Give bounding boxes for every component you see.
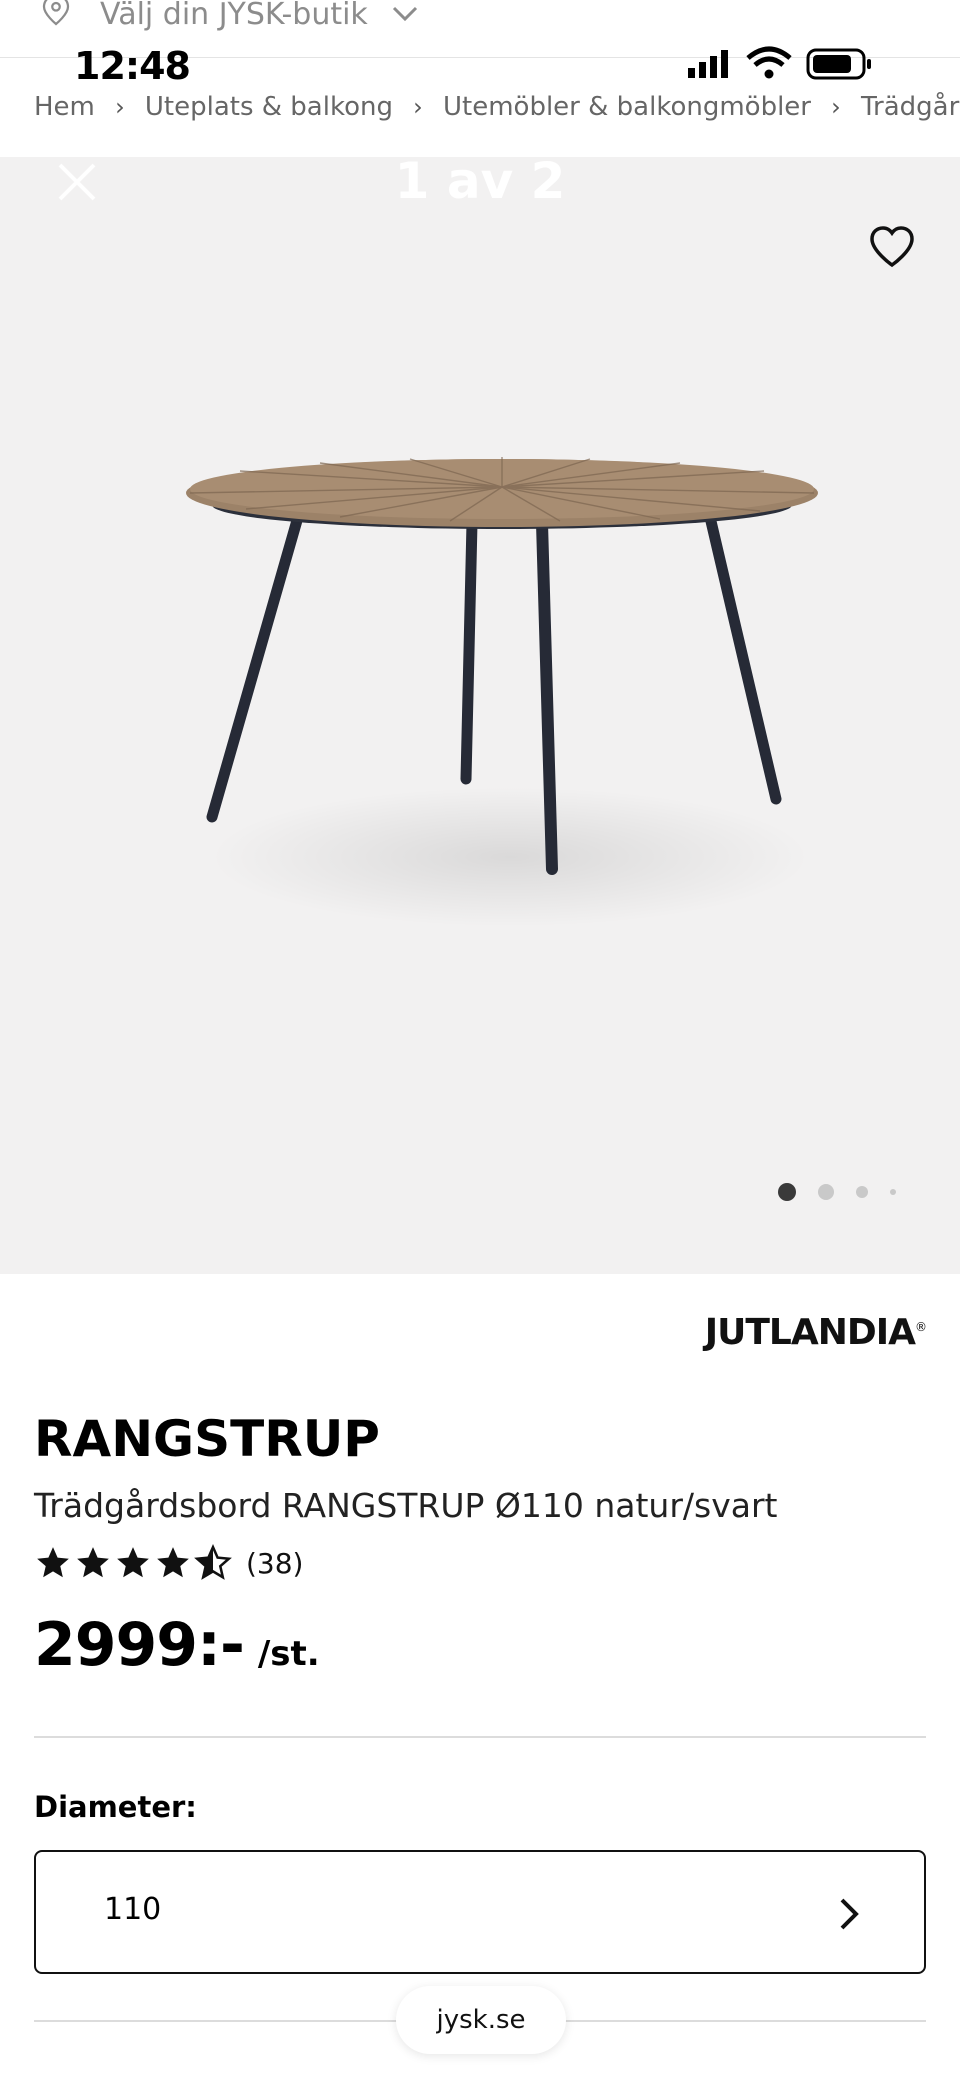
diameter-value: 110 [104, 1892, 162, 1927]
browser-url-pill[interactable]: jysk.se [396, 1986, 566, 2054]
star-filled-icon [77, 1547, 109, 1578]
brand-name: JUTLANDIA [704, 1312, 916, 1353]
star-filled-icon [37, 1547, 69, 1578]
breadcrumb-separator: › [831, 93, 841, 121]
pagination-dot[interactable] [778, 1183, 796, 1201]
breadcrumb: Hem › Uteplats & balkong › Utemöbler & b… [0, 88, 960, 152]
breadcrumb-item-uteplats[interactable]: Uteplats & balkong [145, 92, 393, 122]
price-unit: /st. [257, 1634, 320, 1674]
star-filled-icon [117, 1547, 149, 1578]
rating-count: (38) [246, 1546, 304, 1580]
heart-icon[interactable] [864, 219, 920, 275]
product-price: 2999:- /st. [34, 1610, 320, 1680]
divider [34, 1736, 926, 1738]
gallery-pagination [778, 1183, 896, 1201]
location-pin-icon [42, 0, 70, 26]
status-icons [688, 46, 871, 80]
battery-icon [806, 48, 871, 80]
breadcrumb-separator: › [413, 93, 423, 121]
image-counter: 1 av 2 [394, 157, 566, 210]
star-filled-icon [157, 1547, 189, 1578]
pagination-dot[interactable] [890, 1189, 896, 1195]
rating-stars [34, 1544, 232, 1582]
product-title: RANGSTRUP [34, 1410, 380, 1468]
chevron-down-icon [392, 6, 418, 22]
cellular-signal-icon [688, 50, 728, 78]
brand-logo[interactable]: JUTLANDIA® [704, 1312, 927, 1353]
product-subtitle: Trädgårdsbord RANGSTRUP Ø110 natur/svart [34, 1486, 778, 1525]
product-image-table [186, 457, 818, 927]
star-half-icon [194, 1544, 232, 1580]
product-image-gallery[interactable]: 1 av 2 [0, 157, 960, 1274]
wifi-icon [746, 46, 792, 79]
pagination-dot[interactable] [856, 1186, 868, 1198]
store-selector-label: Välj din JYSK-butik [100, 0, 368, 32]
breadcrumb-item-utemobler[interactable]: Utemöbler & balkongmöbler [443, 92, 811, 122]
registered-mark: ® [915, 1320, 927, 1334]
diameter-label: Diameter: [34, 1790, 197, 1824]
breadcrumb-item-tradgard[interactable]: Trädgår [861, 92, 959, 122]
product-rating[interactable]: (38) [34, 1544, 303, 1582]
diameter-selector[interactable]: 110 [34, 1850, 926, 1974]
pagination-dot[interactable] [818, 1184, 834, 1200]
breadcrumb-separator: › [115, 93, 125, 121]
chevron-right-icon [840, 1898, 859, 1930]
breadcrumb-item-home[interactable]: Hem [34, 92, 95, 122]
price-value: 2999:- [34, 1610, 245, 1680]
status-time: 12:48 [74, 44, 191, 88]
